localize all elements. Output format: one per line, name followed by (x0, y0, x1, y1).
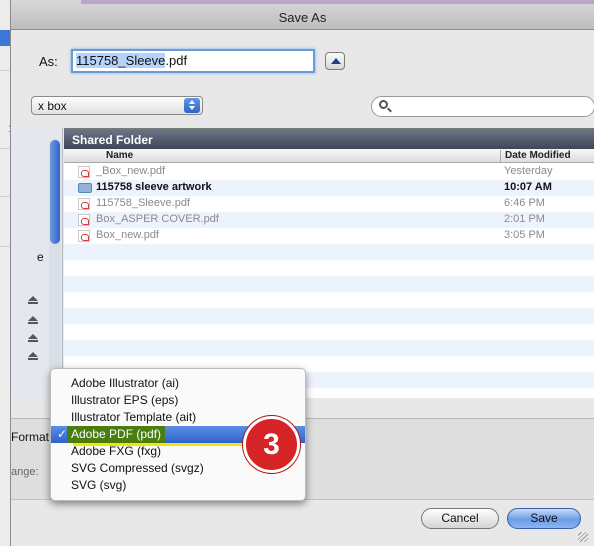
menu-item-label: Adobe PDF (pdf) (67, 426, 166, 443)
menu-item-ai[interactable]: Adobe Illustrator (ai) (51, 375, 305, 392)
location-popup[interactable]: x box (31, 96, 203, 115)
folder-header: Shared Folder (64, 129, 594, 149)
file-rows: _Box_new.pdf Yesterday 115758 sleeve art… (64, 164, 594, 388)
filename-field[interactable]: 115758_Sleeve.pdf (71, 49, 315, 73)
step-number-badge: 3 (243, 416, 300, 473)
empty-row (64, 260, 594, 276)
menu-item-eps[interactable]: Illustrator EPS (eps) (51, 392, 305, 409)
popup-arrows-icon (184, 98, 200, 113)
window-edge (81, 0, 594, 4)
eject-icon[interactable] (28, 334, 38, 342)
list-item[interactable]: _Box_new.pdf Yesterday (64, 164, 594, 180)
file-name: 115758 sleeve artwork (96, 181, 212, 193)
file-name: 115758_Sleeve.pdf (96, 197, 190, 209)
eject-icon[interactable] (28, 352, 38, 360)
column-header-name[interactable]: Name (106, 150, 133, 161)
screenshot-root: 12 Save As As: 115758_Sleeve.pdf x box (0, 0, 594, 546)
list-item[interactable]: 115758_Sleeve.pdf 6:46 PM (64, 196, 594, 212)
pdf-file-icon (78, 230, 90, 242)
file-name: Box_ASPER COVER.pdf (96, 213, 219, 225)
list-item[interactable]: Box_new.pdf 3:05 PM (64, 228, 594, 244)
file-date: Yesterday (504, 165, 553, 177)
pdf-file-icon (78, 198, 90, 210)
pdf-file-icon (78, 214, 90, 226)
list-item[interactable]: 115758 sleeve artwork 10:07 AM (64, 180, 594, 196)
filename-extension: .pdf (165, 53, 188, 68)
sidebar-scrollbar[interactable] (49, 138, 61, 378)
search-icon (379, 100, 388, 109)
empty-row (64, 324, 594, 340)
dialog-titlebar: Save As (11, 0, 594, 30)
empty-row (64, 308, 594, 324)
menu-item-svg[interactable]: SVG (svg) (51, 477, 305, 494)
file-date: 2:01 PM (504, 213, 545, 225)
file-date: 10:07 AM (504, 181, 552, 193)
list-item[interactable]: Box_ASPER COVER.pdf 2:01 PM (64, 212, 594, 228)
save-as-dialog: Save As As: 115758_Sleeve.pdf x box e Sh… (10, 0, 594, 546)
dialog-title: Save As (278, 10, 327, 25)
column-headers: Name Date Modified (64, 149, 594, 163)
file-name: _Box_new.pdf (96, 165, 166, 177)
search-input[interactable] (371, 96, 594, 117)
pdf-file-icon (78, 166, 90, 178)
sidebar: e (11, 128, 63, 398)
file-browser: Shared Folder Name Date Modified _Box_ne… (64, 128, 594, 398)
empty-row (64, 244, 594, 260)
location-value: x box (38, 99, 67, 113)
column-header-date[interactable]: Date Modified (500, 150, 571, 163)
file-date: 6:46 PM (504, 197, 545, 209)
resize-grip-icon[interactable] (578, 532, 588, 542)
file-date: 3:05 PM (504, 229, 545, 241)
range-label: ange: (11, 466, 39, 478)
folder-icon (78, 183, 92, 193)
empty-row (64, 340, 594, 356)
eject-icon[interactable] (28, 316, 38, 324)
scrollbar-thumb[interactable] (50, 140, 60, 244)
format-label: Format (11, 430, 50, 444)
expand-dialog-button[interactable] (325, 52, 345, 70)
save-button[interactable]: Save (507, 508, 581, 529)
eject-icon[interactable] (28, 296, 38, 304)
filename-selected-text: 115758_Sleeve (76, 53, 166, 68)
file-name: Box_new.pdf (96, 229, 159, 241)
empty-row (64, 276, 594, 292)
checkmark-icon: ✓ (57, 427, 68, 441)
save-as-label: As: (39, 54, 58, 69)
empty-row (64, 292, 594, 308)
sidebar-partial-label: e (37, 250, 44, 264)
cancel-button[interactable]: Cancel (421, 508, 499, 529)
